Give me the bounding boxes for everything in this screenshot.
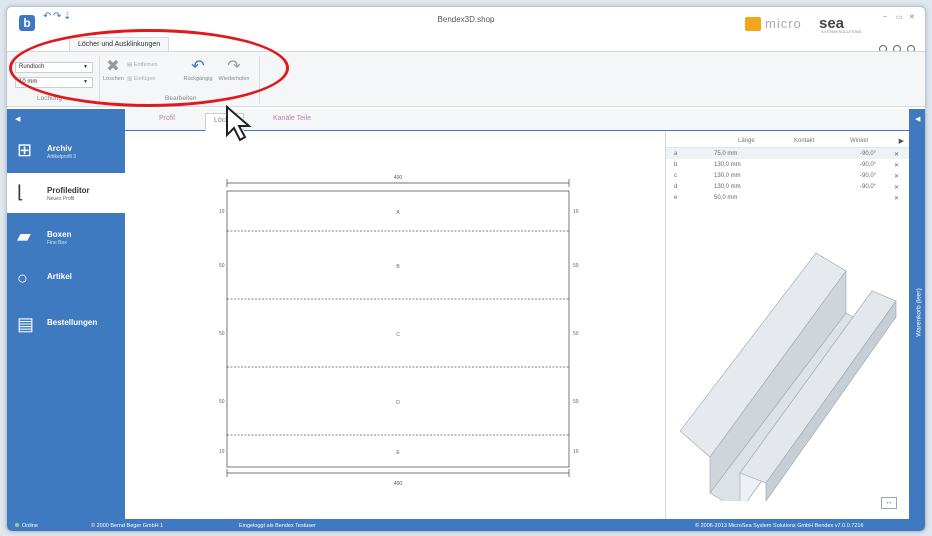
- tab-kanaele-teile[interactable]: Kanäle Teile: [273, 115, 311, 122]
- table-row[interactable]: e 50,0 mm ✕: [666, 192, 910, 203]
- tab-profil[interactable]: Profil: [159, 115, 175, 122]
- drawing-canvas[interactable]: 400 A B C D E 19 19 50 50 50 50 50 50 19…: [125, 131, 665, 519]
- copyright-right: © 2006-2013 MicroSea System Solutions Gm…: [695, 523, 864, 529]
- top-dimension-label: 400: [394, 175, 403, 181]
- table-row[interactable]: c 130,0 mm -90,0° ✕: [666, 170, 910, 181]
- login-status: Eingeloggt als Bendex Testuser: [239, 523, 316, 529]
- table-row[interactable]: b 130,0 mm -90,0° ✕: [666, 159, 910, 170]
- side-dimension: 19: [573, 209, 579, 215]
- bottom-dimension-label: 400: [394, 481, 403, 487]
- side-dimension: 19: [219, 209, 225, 215]
- side-dimension: 50: [573, 331, 579, 337]
- section-label: A: [396, 210, 400, 216]
- app-window: b ↶ ↷ ⇣ Bendex3D.shop micro sea SYSTEM S…: [6, 6, 926, 532]
- side-dimension: 50: [573, 399, 579, 405]
- copyright-left: © 2000 Bernd Beger GmbH 1: [91, 523, 164, 529]
- side-dimension: 50: [573, 263, 579, 269]
- table-row[interactable]: a 75,0 mm -90,0° ✕: [666, 148, 910, 159]
- microsea-logo: micro sea SYSTEM SOLUTIONS: [745, 15, 863, 35]
- remove-row-icon[interactable]: ✕: [894, 184, 899, 191]
- section-label: D: [396, 400, 400, 406]
- table-header: Länge Kontakt Winkel ▶: [666, 135, 910, 148]
- sidebar-collapse-icon[interactable]: ◀: [15, 115, 20, 123]
- remove-row-icon[interactable]: ✕: [894, 173, 899, 180]
- profile-drawing: 400 A B C D E 19 19 50 50 50 50 50 50 19…: [219, 175, 579, 487]
- sidebar-item-artikel[interactable]: ○ Artikel: [7, 259, 125, 299]
- close-button[interactable]: ✕: [909, 13, 915, 21]
- chevron-right-icon[interactable]: ▶: [899, 137, 904, 145]
- side-dimension: 19: [219, 449, 225, 455]
- grid-icon: ⊞: [17, 140, 33, 160]
- profile-3d-view[interactable]: [666, 221, 910, 501]
- online-dot-icon: [15, 523, 19, 527]
- status-bar: Online © 2000 Bernd Beger GmbH 1 Eingelo…: [7, 519, 925, 531]
- brand-mark-icon: [745, 17, 761, 31]
- section-label: B: [396, 264, 400, 270]
- section-label: E: [396, 450, 400, 456]
- side-dimension: 50: [219, 331, 225, 337]
- maximize-button[interactable]: ▭: [896, 13, 903, 21]
- box-icon: ▰: [17, 226, 31, 246]
- minimize-button[interactable]: –: [883, 13, 887, 20]
- order-list-icon: ▤: [17, 314, 35, 334]
- remove-row-icon[interactable]: ✕: [894, 151, 899, 158]
- side-dimension: 50: [219, 399, 225, 405]
- online-status: Online: [15, 523, 38, 529]
- remove-row-icon[interactable]: ✕: [894, 195, 899, 202]
- sidebar-item-archiv[interactable]: ⊞ Archiv Artikelprofil 3: [7, 131, 125, 171]
- circle-icon: ○: [17, 268, 28, 288]
- red-annotation-ellipse: [9, 29, 289, 107]
- side-dimension: 50: [219, 263, 225, 269]
- table-row[interactable]: d 130,0 mm -90,0° ✕: [666, 181, 910, 192]
- remove-row-icon[interactable]: ✕: [894, 162, 899, 169]
- segment-panel: Länge Kontakt Winkel ▶ a 75,0 mm -90,0° …: [665, 131, 910, 519]
- expand-view-button[interactable]: ↔: [881, 497, 897, 509]
- sidebar-item-boxen[interactable]: ▰ Boxen Fine Box: [7, 217, 125, 257]
- panel-expand-icon[interactable]: ◀: [915, 115, 920, 123]
- sidebar-item-bestellungen[interactable]: ▤ Bestellungen: [7, 305, 125, 345]
- cart-label: Warenkorb (leer): [915, 288, 923, 337]
- section-label: C: [396, 332, 400, 338]
- sidebar-item-profileditor[interactable]: ⌊ Profileditor Neues Profil: [7, 173, 125, 213]
- mouse-cursor-icon: [226, 105, 252, 142]
- profile-icon: ⌊: [17, 182, 25, 202]
- side-dimension: 19: [573, 449, 579, 455]
- sidebar: ◀ ⊞ Archiv Artikelprofil 3 ⌊ Profiledito…: [7, 109, 125, 519]
- segment-table: Länge Kontakt Winkel ▶ a 75,0 mm -90,0° …: [666, 135, 910, 203]
- cart-side-panel[interactable]: ◀ Warenkorb (leer): [909, 109, 925, 519]
